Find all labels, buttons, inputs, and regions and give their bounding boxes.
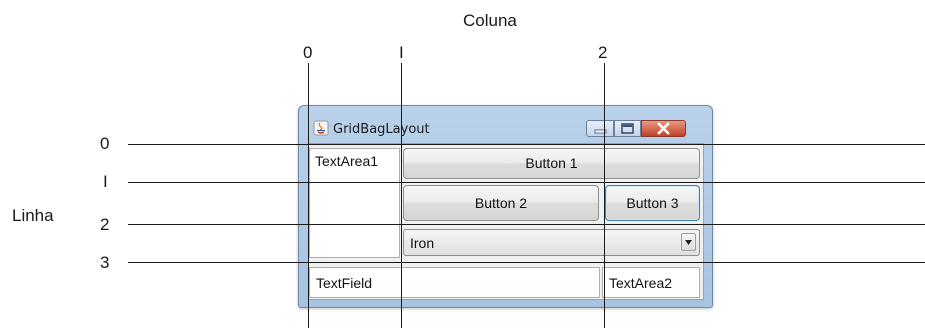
column-line-2 [604, 63, 605, 328]
column-line-1 [401, 63, 402, 328]
row-number-2: 2 [100, 215, 110, 234]
window-titlebar[interactable]: GridBagLayout [299, 106, 712, 142]
maximize-button[interactable] [614, 120, 641, 137]
column-number-1: I [399, 43, 404, 62]
row-line-2 [128, 224, 925, 225]
column-number-0: 0 [303, 43, 313, 62]
row-line-1 [128, 182, 925, 183]
java-icon [313, 120, 329, 136]
column-axis-label: Coluna [463, 11, 517, 30]
combo-selected-value: Iron [410, 235, 435, 251]
text-field[interactable]: TextField [309, 267, 600, 298]
row-line-3 [128, 262, 925, 263]
row-line-0 [128, 144, 925, 145]
text-area-1[interactable]: TextArea1 [309, 148, 400, 258]
column-number-2: 2 [598, 43, 608, 62]
button-1[interactable]: Button 1 [403, 148, 700, 179]
text-field-value: TextField [316, 275, 373, 291]
minimize-button[interactable] [586, 120, 614, 137]
button-2[interactable]: Button 2 [403, 185, 599, 221]
row-number-0: 0 [100, 134, 110, 153]
row-number-3: 3 [100, 253, 110, 272]
close-button[interactable] [641, 120, 686, 137]
triangle-down-icon[interactable] [681, 233, 696, 251]
row-number-1: I [103, 172, 108, 191]
row-axis-label: Linha [12, 206, 54, 225]
window-title: GridBagLayout [333, 122, 430, 137]
button-3[interactable]: Button 3 [605, 185, 700, 221]
metal-combo-box[interactable]: Iron [403, 229, 700, 256]
text-area-2[interactable]: TextArea2 [602, 267, 700, 298]
column-line-0 [308, 63, 309, 328]
